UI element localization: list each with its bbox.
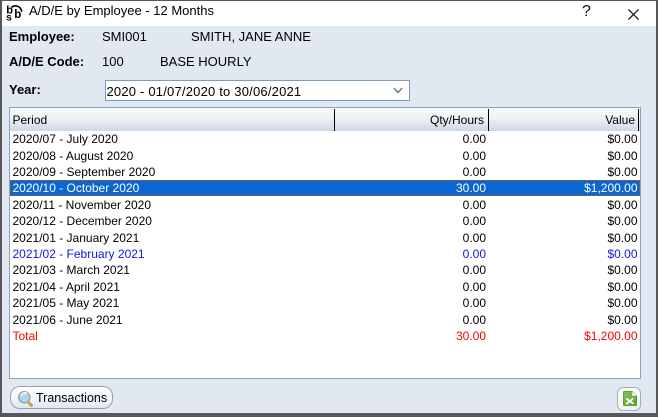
svg-text:b: b [14,9,21,21]
svg-text:s: s [6,13,12,24]
